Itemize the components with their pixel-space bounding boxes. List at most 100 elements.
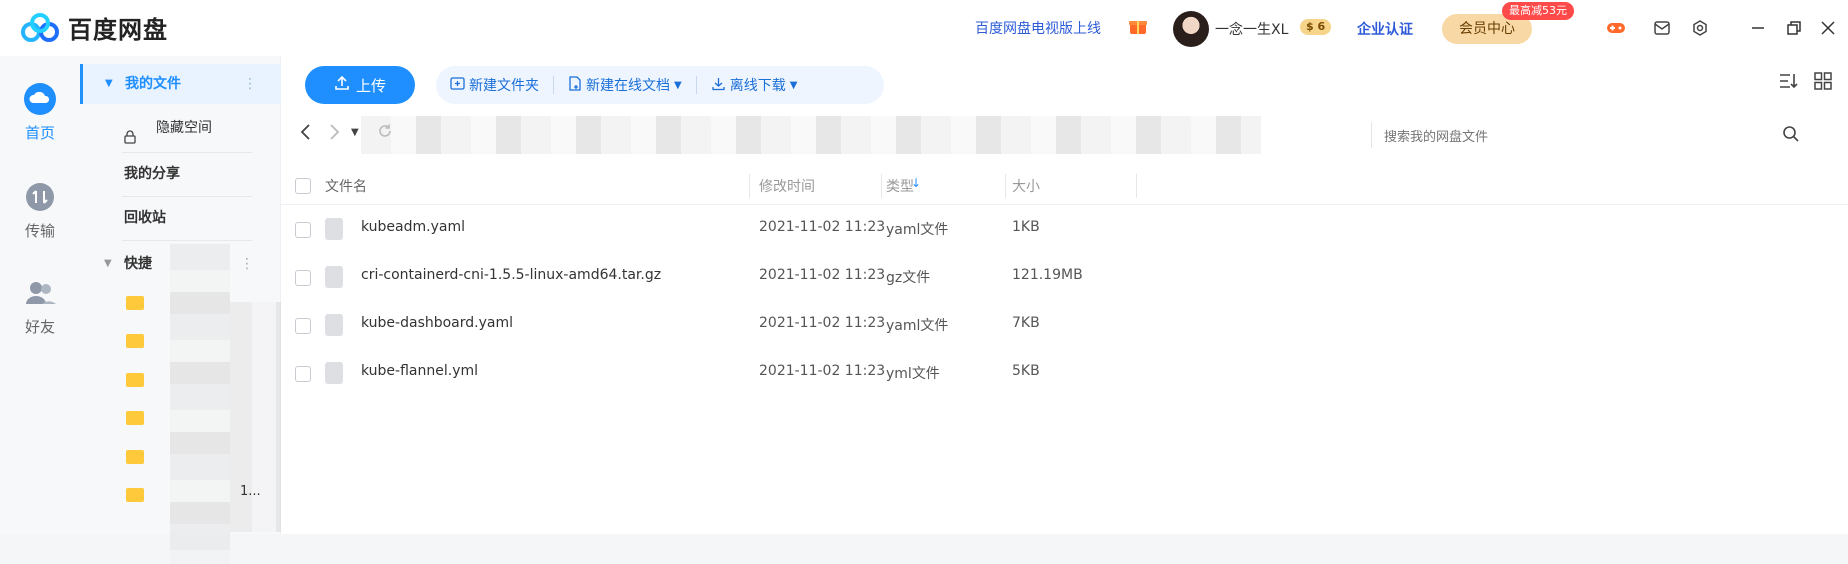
file-size: 7KB	[1012, 315, 1040, 331]
new-online-doc-button[interactable]: 新建在线文档 ▼	[568, 75, 682, 95]
forward-icon[interactable]	[329, 123, 341, 146]
folder-icon[interactable]	[126, 296, 144, 310]
new-doc-icon	[568, 75, 582, 95]
tv-version-link[interactable]: 百度网盘电视版上线	[975, 18, 1101, 38]
divider	[122, 196, 252, 197]
app-logo: 百度网盘	[20, 10, 168, 45]
file-name[interactable]: kubeadm.yaml	[361, 219, 465, 235]
column-header-type[interactable]: 类型	[886, 176, 914, 196]
new-folder-button[interactable]: 新建文件夹	[450, 75, 539, 95]
table-row[interactable]: kube-dashboard.yaml 2021-11-02 11:23 yam…	[281, 301, 1848, 349]
file-size: 1KB	[1012, 219, 1040, 235]
column-header-modified[interactable]: 修改时间	[759, 176, 815, 196]
row-checkbox[interactable]	[295, 222, 311, 238]
caret-down-icon[interactable]: ▼	[105, 64, 113, 104]
action-toolbar: 新建文件夹 新建在线文档 ▼ 离线下载 ▼	[436, 66, 884, 104]
primary-nav: 首页 传输 好友	[0, 56, 80, 534]
folder-icon[interactable]	[126, 450, 144, 464]
file-size: 121.19MB	[1012, 267, 1083, 283]
sidebar-item-label: 我的文件	[125, 76, 181, 92]
caret-down-icon[interactable]: ▼	[104, 244, 112, 284]
table-header: 文件名 修改时间 ↓ 类型 大小	[281, 166, 1848, 205]
sidebar-item-my-share[interactable]: 我的分享	[80, 154, 280, 194]
main-panel: 上传 新建文件夹 新建在线文档 ▼ 离线下载 ▼ ▼ 搜索我的网盘文件 文件名 …	[281, 56, 1848, 534]
file-name[interactable]: cri-containerd-cni-1.5.5-linux-amd64.tar…	[361, 267, 661, 283]
column-divider[interactable]	[749, 174, 750, 198]
column-divider[interactable]	[1005, 174, 1006, 198]
more-icon[interactable]: ⋮	[243, 64, 257, 104]
more-icon[interactable]: ⋮	[240, 244, 254, 284]
sidebar: ▼ 我的文件 ⋮ 隐藏空间 我的分享 回收站 ▼ 快捷 ⋮ 1...	[80, 56, 330, 564]
nav-home[interactable]: 首页	[0, 82, 80, 143]
new-doc-label: 新建在线文档	[586, 78, 670, 94]
nav-transfer[interactable]: 传输	[0, 180, 80, 241]
enterprise-auth-link[interactable]: 企业认证	[1357, 19, 1413, 39]
discount-tag: 最高减53元	[1502, 2, 1574, 20]
file-type: yaml文件	[886, 318, 949, 334]
file-modified: 2021-11-02 11:23	[759, 219, 886, 235]
row-checkbox[interactable]	[295, 318, 311, 334]
file-name[interactable]: kube-flannel.yml	[361, 363, 478, 379]
username[interactable]: 一念一生XL	[1215, 19, 1288, 39]
nav-friends-label: 好友	[24, 318, 55, 336]
breadcrumb[interactable]	[361, 116, 1261, 154]
file-type: yaml文件	[886, 222, 949, 238]
folder-icon[interactable]	[126, 373, 144, 387]
sidebar-item-recycle[interactable]: 回收站	[80, 198, 280, 238]
title-bar: 百度网盘 百度网盘电视版上线 一念一生XL $ 6 企业认证 会员中心 最高减5…	[0, 0, 1848, 56]
table-row[interactable]: kube-flannel.yml 2021-11-02 11:23 yml文件 …	[281, 349, 1848, 397]
back-icon[interactable]	[299, 123, 311, 146]
sidebar-item-label: 隐藏空间	[156, 120, 212, 136]
nav-home-label: 首页	[24, 124, 55, 142]
sidebar-item-my-files[interactable]: ▼ 我的文件 ⋮	[80, 64, 283, 104]
upload-label: 上传	[355, 76, 386, 95]
settings-icon[interactable]	[1690, 18, 1710, 38]
upload-button[interactable]: 上传	[305, 66, 415, 104]
search-box[interactable]	[1371, 122, 1812, 150]
caret-down-icon: ▼	[674, 79, 682, 91]
folder-icon[interactable]	[126, 488, 144, 502]
file-icon	[325, 218, 343, 240]
search-input[interactable]	[1382, 122, 1746, 150]
friends-icon	[23, 276, 57, 310]
column-header-size[interactable]: 大小	[1012, 176, 1040, 196]
folder-icon[interactable]	[126, 334, 144, 348]
column-header-name[interactable]: 文件名	[325, 176, 367, 196]
user-avatar[interactable]	[1173, 11, 1209, 47]
file-table: 文件名 修改时间 ↓ 类型 大小 kubeadm.yaml 2021-11-02…	[281, 166, 1848, 397]
cloud-icon	[23, 82, 57, 116]
game-controller-icon[interactable]	[1606, 18, 1626, 38]
file-icon	[325, 362, 343, 384]
row-checkbox[interactable]	[295, 270, 311, 286]
close-icon[interactable]	[1818, 18, 1838, 38]
gift-icon[interactable]	[1128, 16, 1148, 36]
vip-badge: $ 6	[1300, 19, 1332, 35]
restore-icon[interactable]	[1784, 18, 1804, 38]
sidebar-item-hidden-space[interactable]: 隐藏空间	[80, 108, 280, 148]
history-dropdown-icon[interactable]: ▼	[351, 127, 359, 146]
nav-friends[interactable]: 好友	[0, 276, 80, 337]
sidebar-item-label: 我的分享	[124, 166, 180, 182]
select-all-checkbox[interactable]	[295, 178, 311, 194]
mail-icon[interactable]	[1652, 18, 1672, 38]
divider	[553, 76, 554, 94]
table-row[interactable]: kubeadm.yaml 2021-11-02 11:23 yaml文件 1KB	[281, 205, 1848, 253]
minimize-icon[interactable]	[1748, 18, 1768, 38]
table-row[interactable]: cri-containerd-cni-1.5.5-linux-amd64.tar…	[281, 253, 1848, 301]
offline-download-button[interactable]: 离线下载 ▼	[711, 75, 797, 95]
file-name[interactable]: kube-dashboard.yaml	[361, 315, 513, 331]
column-divider[interactable]	[881, 174, 882, 198]
folder-icon[interactable]	[126, 411, 144, 425]
offline-download-label: 离线下载	[729, 78, 786, 94]
upload-icon	[334, 75, 350, 95]
sort-icon[interactable]	[1778, 72, 1798, 95]
file-modified: 2021-11-02 11:23	[759, 363, 886, 379]
column-divider[interactable]	[1136, 174, 1137, 198]
new-folder-label: 新建文件夹	[469, 78, 539, 94]
divider	[695, 76, 697, 94]
file-type: yml文件	[886, 366, 940, 382]
search-icon[interactable]	[1782, 125, 1802, 145]
row-checkbox[interactable]	[295, 366, 311, 382]
file-icon	[325, 266, 343, 288]
grid-view-icon[interactable]	[1814, 72, 1832, 95]
